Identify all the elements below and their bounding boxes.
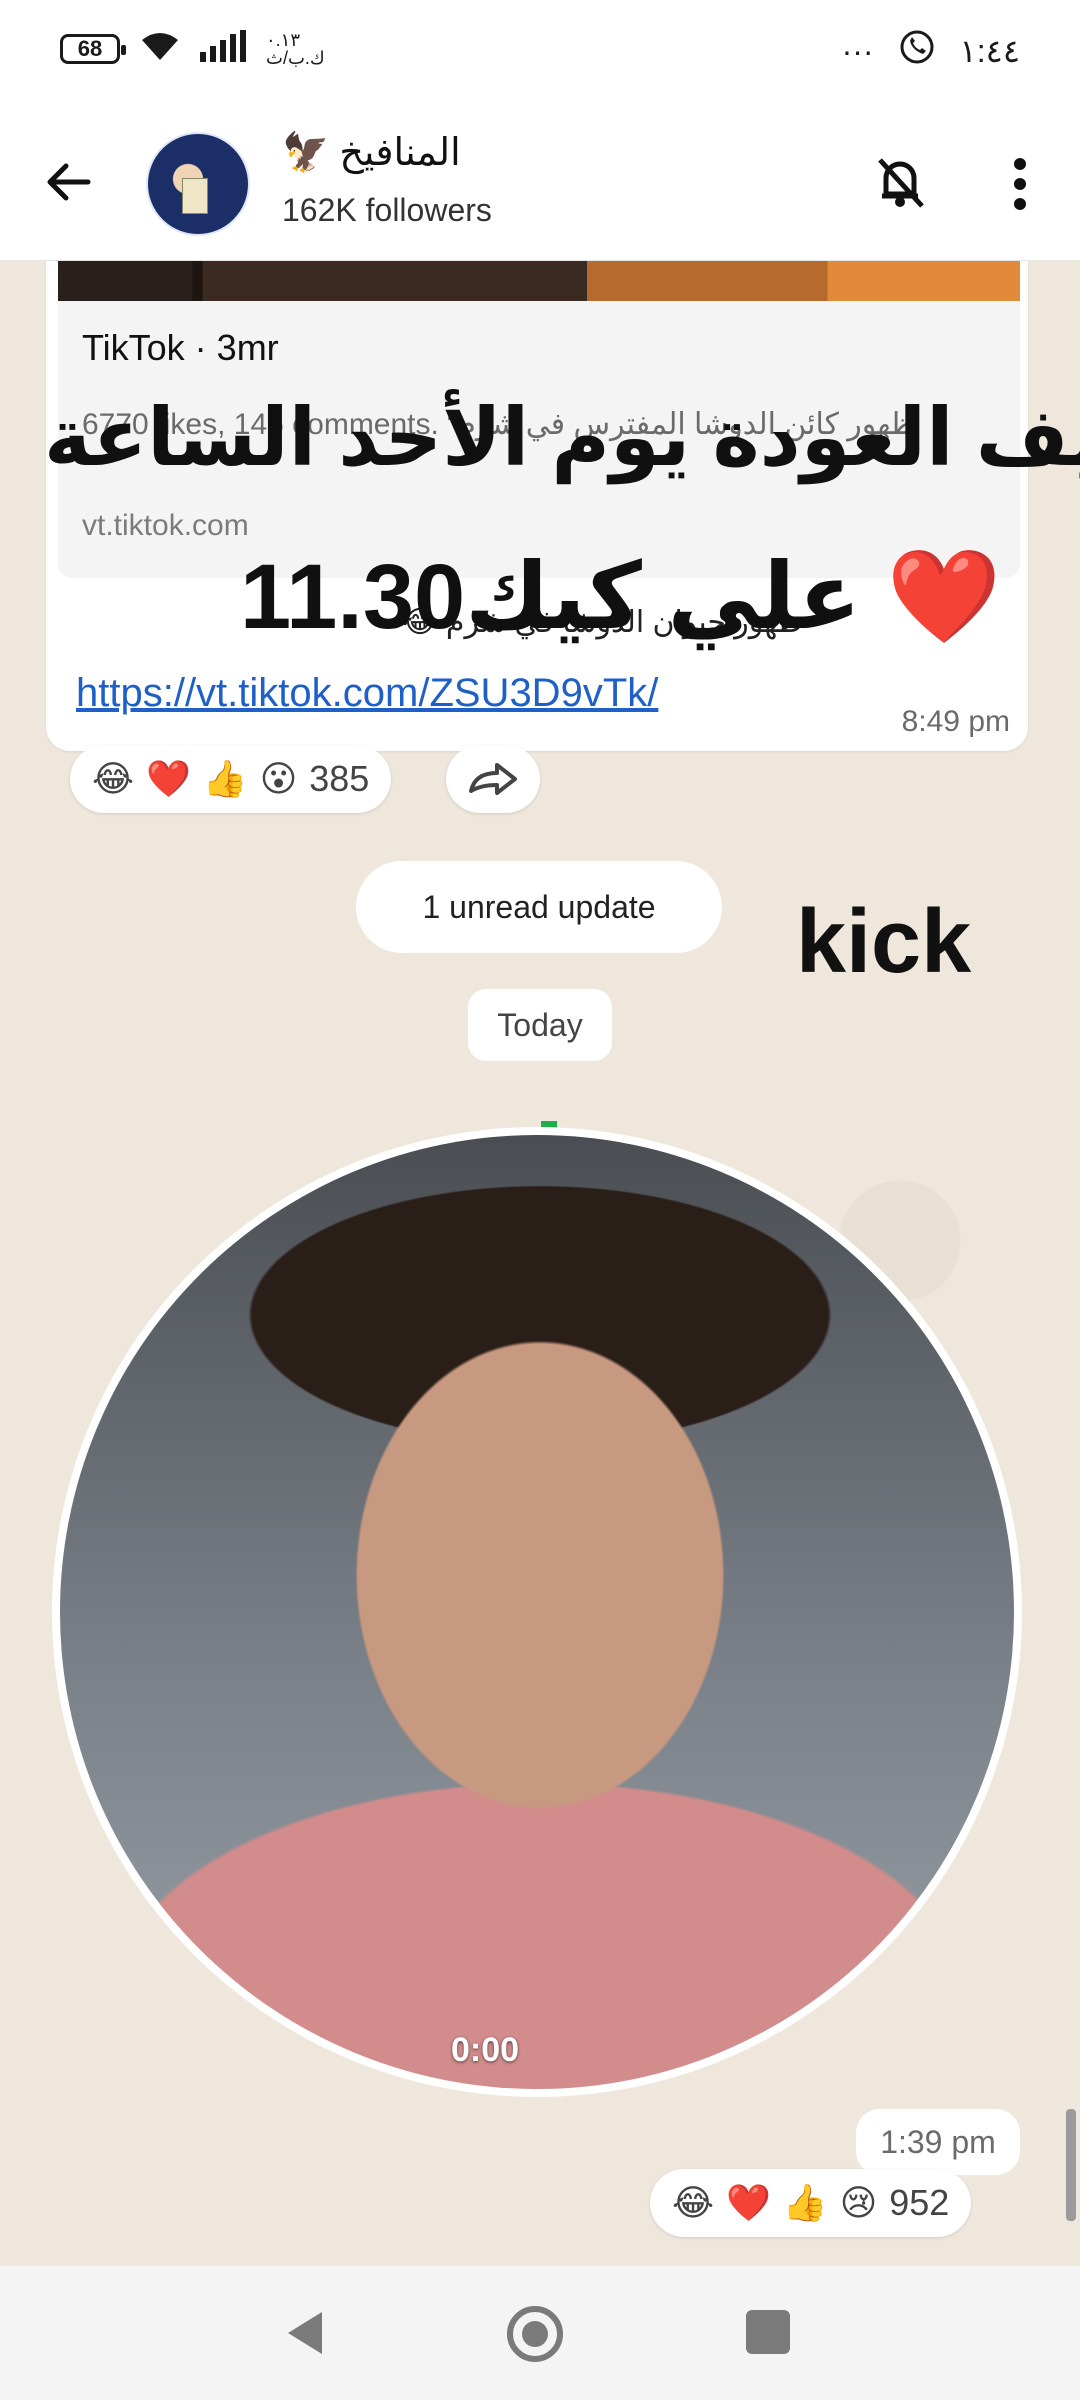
more-options-button[interactable] — [1000, 152, 1040, 216]
channel-name: المنافيخ — [339, 132, 461, 174]
reaction-sad: 😢 — [839, 2182, 878, 2223]
wifi-icon — [138, 30, 182, 67]
system-nav-bar — [0, 2266, 1080, 2400]
battery-icon: 68 — [60, 33, 126, 64]
reaction-wow: 😮 — [259, 758, 298, 799]
signal-icon — [200, 30, 248, 67]
video-thumbnail[interactable] — [60, 1135, 1014, 2089]
clock: ١:٤٤ — [959, 33, 1020, 69]
reaction-count: 385 — [309, 758, 370, 799]
whatsapp-icon — [898, 28, 936, 74]
preview-title: TikTok · 3mr — [82, 327, 279, 368]
status-left: 68 ٠.١٣ ك.ب/ث — [60, 30, 325, 67]
forward-button[interactable] — [446, 745, 540, 813]
battery-level: 68 — [77, 35, 103, 61]
nav-back-icon — [288, 2312, 322, 2354]
message-bubble-tiktok[interactable]: TikTok · 3mr 6770 likes, 146 comments. “… — [46, 261, 1028, 751]
reaction-laugh: 😂 — [92, 758, 135, 799]
more-vert-icon — [1014, 158, 1026, 210]
reaction-thumbs: 👍 — [202, 758, 248, 799]
nav-back-button[interactable] — [282, 2308, 328, 2358]
message-time: 8:49 pm — [901, 705, 1010, 738]
mute-notifications-button[interactable] — [868, 150, 932, 214]
reaction-heart: ❤️ — [726, 2182, 771, 2223]
status-right: ··· ١:٤٤ — [842, 28, 1020, 74]
channel-avatar[interactable] — [146, 132, 250, 236]
reaction-count: 952 — [889, 2182, 950, 2223]
followers-count: 162K followers — [282, 192, 492, 228]
reaction-thumbs: 👍 — [782, 2182, 828, 2223]
overlay-text-line2: 11.30علي كيك ❤️ — [240, 546, 1002, 648]
date-separator: Today — [468, 989, 612, 1061]
reactions-pill-2[interactable]: 😂 ❤️ 👍 😢 952 — [650, 2169, 972, 2237]
back-arrow-icon — [47, 163, 91, 201]
tiktok-link[interactable]: https://vt.tiktok.com/ZSU3D9vTk/ — [76, 671, 658, 716]
status-bar: 68 ٠.١٣ ك.ب/ث ··· ١:٤٤ — [0, 0, 1080, 100]
overlay-text-line1: ‼️لايف العودة يوم الأحد الساعة — [44, 393, 1080, 482]
channel-title[interactable]: 🦅 المنافيخ — [282, 130, 461, 175]
forward-icon — [469, 763, 517, 795]
nav-home-icon — [507, 2306, 563, 2362]
reaction-heart: ❤️ — [146, 758, 191, 799]
unread-updates-label: 1 unread update — [356, 861, 722, 953]
nav-home-button[interactable] — [505, 2304, 565, 2364]
channel-header: 🦅 المنافيخ 162K followers — [0, 100, 1080, 261]
reaction-laugh: 😂 — [672, 2182, 715, 2223]
more-indicator: ··· — [841, 32, 874, 69]
kick-overlay-text: kick — [796, 892, 972, 992]
reactions-pill[interactable]: 😂 ❤️ 👍 😮 385 — [70, 745, 392, 813]
eagle-emoji: 🦅 — [282, 131, 330, 174]
video-duration: 0:00 — [450, 2031, 520, 2069]
nav-recents-button[interactable] — [746, 2310, 790, 2354]
scrollbar[interactable] — [1066, 2109, 1076, 2221]
video-message-time: 1:39 pm — [856, 2109, 1020, 2175]
video-message[interactable] — [52, 1127, 1022, 2097]
bell-off-icon — [878, 158, 924, 208]
preview-domain: vt.tiktok.com — [82, 509, 249, 542]
link-thumbnail[interactable] — [58, 261, 1020, 301]
network-speed: ٠.١٣ ك.ب/ث — [266, 29, 325, 68]
back-button[interactable] — [40, 154, 96, 210]
chat-area[interactable]: TikTok · 3mr 6770 likes, 146 comments. “… — [0, 261, 1080, 2266]
